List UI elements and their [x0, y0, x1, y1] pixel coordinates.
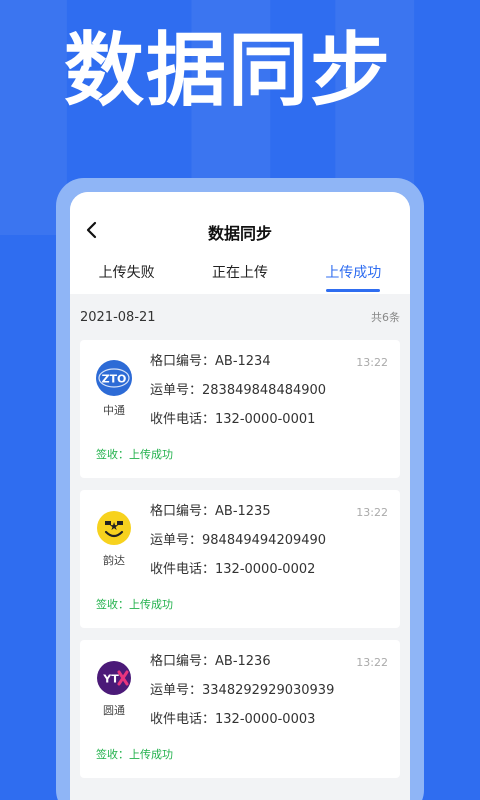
waybill-line: 运单号：3348292929030939: [150, 681, 334, 710]
slot-line: 格口编号：AB-1236: [150, 652, 334, 681]
zto-logo-icon: ZTO: [96, 360, 132, 396]
slot-number: AB-1236: [215, 654, 271, 669]
page-title: 数据同步: [207, 224, 272, 243]
svg-text:★: ★: [109, 520, 119, 533]
app-screen: 数据同步 上传失败 正在上传 上传成功 2021-08-21 共6条 ZTO 中…: [70, 192, 410, 800]
slot-number: AB-1234: [215, 354, 271, 369]
phone-label: 收件电话：: [150, 712, 216, 727]
tab-uploading[interactable]: 正在上传: [183, 262, 296, 294]
tab-bar: 上传失败 正在上传 上传成功: [70, 262, 410, 294]
svg-text:ZTO: ZTO: [102, 373, 127, 386]
slot-label: 格口编号：: [150, 654, 216, 669]
parcel-info: 格口编号：AB-1235 运单号：984849494209490 收件电话：13…: [150, 502, 326, 589]
tab-upload-success[interactable]: 上传成功: [297, 262, 410, 294]
list-item[interactable]: ★ 韵达 格口编号：AB-1235 运单号：984849494209490 收件…: [80, 490, 400, 628]
phone-number: 132-0000-0002: [215, 562, 316, 577]
timestamp: 13:22: [356, 506, 388, 519]
list-date: 2021-08-21: [80, 309, 156, 325]
slot-line: 格口编号：AB-1234: [150, 352, 326, 381]
slot-label: 格口编号：: [150, 354, 216, 369]
timestamp: 13:22: [356, 356, 388, 369]
parcel-info: 格口编号：AB-1234 运单号：283849848484900 收件电话：13…: [150, 352, 326, 439]
waybill-number: 283849848484900: [202, 383, 327, 398]
waybill-label: 运单号：: [150, 533, 203, 548]
nav-bar: 数据同步 上传失败 正在上传 上传成功: [70, 192, 410, 294]
status-text: 签收：上传成功: [96, 448, 173, 461]
list-item[interactable]: YT 圆通 格口编号：AB-1236 运单号：3348292929030939 …: [80, 640, 400, 778]
yto-logo-icon: YT: [96, 660, 132, 696]
waybill-number: 984849494209490: [202, 533, 327, 548]
phone-number: 132-0000-0001: [215, 412, 316, 427]
phone-label: 收件电话：: [150, 412, 216, 427]
record-count: 共6条: [371, 311, 400, 324]
status-text: 签收：上传成功: [96, 598, 173, 611]
waybill-number: 3348292929030939: [202, 683, 335, 698]
slot-number: AB-1235: [215, 504, 271, 519]
waybill-line: 运单号：984849494209490: [150, 531, 326, 560]
status-text: 签收：上传成功: [96, 748, 173, 761]
phone-label: 收件电话：: [150, 562, 216, 577]
courier-name: 中通: [103, 404, 125, 417]
waybill-label: 运单号：: [150, 683, 203, 698]
phone-number: 132-0000-0003: [215, 712, 316, 727]
hero-title: 数据同步: [64, 24, 392, 117]
parcel-info: 格口编号：AB-1236 运单号：3348292929030939 收件电话：1…: [150, 652, 334, 739]
yunda-logo-icon: ★: [96, 510, 132, 546]
phone-line: 收件电话：132-0000-0002: [150, 560, 326, 589]
waybill-label: 运单号：: [150, 383, 203, 398]
phone-line: 收件电话：132-0000-0001: [150, 410, 326, 439]
courier-name: 圆通: [103, 704, 125, 717]
list-item[interactable]: ZTO 中通 格口编号：AB-1234 运单号：283849848484900 …: [80, 340, 400, 478]
courier-name: 韵达: [103, 554, 125, 567]
slot-line: 格口编号：AB-1235: [150, 502, 326, 531]
svg-text:YT: YT: [102, 673, 119, 686]
timestamp: 13:22: [356, 656, 388, 669]
phone-line: 收件电话：132-0000-0003: [150, 710, 334, 739]
tab-upload-failed[interactable]: 上传失败: [70, 262, 183, 294]
waybill-line: 运单号：283849848484900: [150, 381, 326, 410]
date-header: 2021-08-21 共6条: [70, 294, 410, 340]
slot-label: 格口编号：: [150, 504, 216, 519]
